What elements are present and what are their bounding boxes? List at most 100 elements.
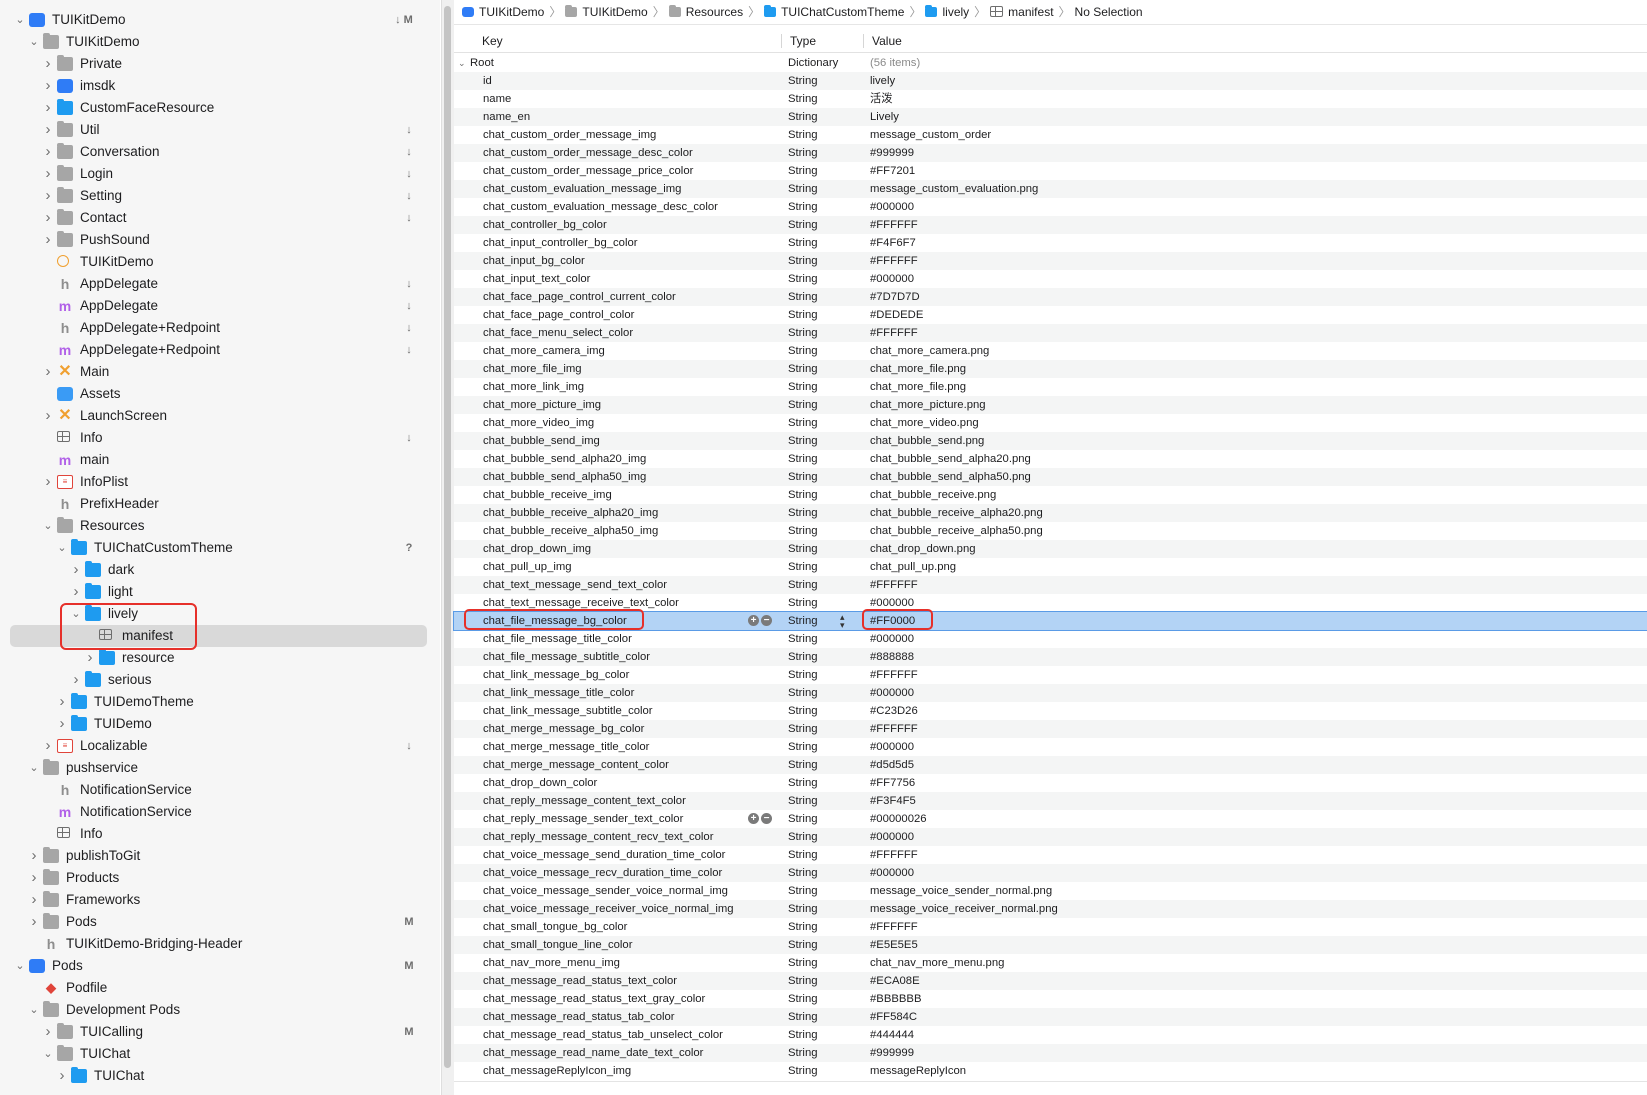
plist-row[interactable]: chat_custom_evaluation_message_img String… [454, 180, 1647, 198]
disclosure-expanded-icon[interactable]: ⌄ [14, 9, 26, 31]
navigator-item-tuichat[interactable]: › TUIChat [0, 1065, 440, 1087]
disclosure-collapsed-icon[interactable]: › [56, 1065, 68, 1087]
navigator-item-info[interactable]: Info [0, 823, 440, 845]
disclosure-expanded-icon[interactable]: ⌄ [14, 955, 26, 977]
disclosure-collapsed-icon[interactable]: › [56, 691, 68, 713]
disclosure-collapsed-icon[interactable]: › [42, 471, 54, 493]
plist-row[interactable]: chat_merge_message_content_color String #d… [454, 756, 1647, 774]
disclosure-expanded-icon[interactable]: ⌄ [458, 54, 466, 72]
disclosure-collapsed-icon[interactable]: › [42, 185, 54, 207]
navigator-item-appdelegate-redpoint[interactable]: m AppDelegate+Redpoint ↓ [0, 339, 440, 361]
scrollbar-thumb[interactable] [444, 6, 451, 1068]
disclosure-collapsed-icon[interactable]: › [42, 97, 54, 119]
navigator-item-tuikitdemo[interactable]: TUIKitDemo [0, 251, 440, 273]
plist-row[interactable]: chat_bubble_send_alpha20_img String chat_b… [454, 450, 1647, 468]
disclosure-expanded-icon[interactable]: ⌄ [28, 757, 40, 779]
plist-row[interactable]: name_en String Lively [454, 108, 1647, 126]
disclosure-collapsed-icon[interactable]: › [70, 559, 82, 581]
disclosure-collapsed-icon[interactable]: › [42, 1021, 54, 1043]
plist-row[interactable]: chat_input_controller_bg_color String #F4F… [454, 234, 1647, 252]
plist-row[interactable]: chat_custom_order_message_desc_color Stri… [454, 144, 1647, 162]
disclosure-collapsed-icon[interactable]: › [28, 889, 40, 911]
navigator-item-light[interactable]: › light [0, 581, 440, 603]
plist-row[interactable]: chat_face_page_control_color String #DEDED… [454, 306, 1647, 324]
plist-row[interactable]: chat_link_message_bg_color String #FFFFFF [454, 666, 1647, 684]
plist-row[interactable]: chat_custom_evaluation_message_desc_colo… [454, 198, 1647, 216]
navigator-item-appdelegate[interactable]: m AppDelegate ↓ [0, 295, 440, 317]
navigator-item-dark[interactable]: › dark [0, 559, 440, 581]
plist-row[interactable]: chat_bubble_send_alpha50_img String chat_b… [454, 468, 1647, 486]
breadcrumb-item[interactable]: lively 〉 [925, 0, 986, 24]
navigator-item-pushservice[interactable]: ⌄ pushservice [0, 757, 440, 779]
navigator-item-private[interactable]: › Private [0, 53, 440, 75]
navigator-item-podfile[interactable]: ◆ Podfile [0, 977, 440, 999]
plist-row[interactable]: chat_more_link_img String chat_more_file.p… [454, 378, 1647, 396]
plist-row[interactable]: chat_drop_down_color String #FF7756 [454, 774, 1647, 792]
type-popup-stepper-icon[interactable]: ▴ ▾ [840, 613, 845, 630]
navigator-item-main[interactable]: › ✕ Main [0, 361, 440, 383]
plist-row[interactable]: chat_voice_message_sender_voice_normal_i… [454, 882, 1647, 900]
navigator-item-pods[interactable]: ⌄ Pods M [0, 955, 440, 977]
plist-row[interactable]: chat_bubble_send_img String chat_bubble_se… [454, 432, 1647, 450]
plist-row[interactable]: chat_reply_message_content_recv_text_col… [454, 828, 1647, 846]
plist-row[interactable]: chat_file_message_bg_color String #FF0000 +… [453, 609, 1647, 631]
navigator-item-tuikitdemo[interactable]: ⌄ TUIKitDemo ↓ M [0, 9, 440, 31]
navigator-item-frameworks[interactable]: › Frameworks [0, 889, 440, 911]
navigator-item-tuikitdemo[interactable]: ⌄ TUIKitDemo [0, 31, 440, 53]
navigator-item-assets[interactable]: Assets [0, 383, 440, 405]
navigator-item-contact[interactable]: › Contact ↓ [0, 207, 440, 229]
plist-row[interactable]: chat_input_text_color String #000000 [454, 270, 1647, 288]
column-key-header[interactable]: Key [476, 30, 786, 52]
remove-item-icon[interactable]: − [761, 615, 772, 626]
plist-row[interactable]: chat_bubble_receive_alpha20_img String cha… [454, 504, 1647, 522]
plist-row[interactable]: chat_reply_message_content_text_color Str… [454, 792, 1647, 810]
plist-root-row[interactable]: ⌄ Root Dictionary (56 items) [454, 54, 1647, 72]
disclosure-collapsed-icon[interactable]: › [42, 229, 54, 251]
disclosure-collapsed-icon[interactable]: › [42, 207, 54, 229]
plist-row[interactable]: chat_link_message_subtitle_color String #C… [454, 702, 1647, 720]
plist-row[interactable]: chat_custom_order_message_price_color Str… [454, 162, 1647, 180]
plist-row[interactable]: chat_nav_more_menu_img String chat_nav_mor… [454, 954, 1647, 972]
navigator-item-setting[interactable]: › Setting ↓ [0, 185, 440, 207]
navigator-item-appdelegate[interactable]: h AppDelegate ↓ [0, 273, 440, 295]
breadcrumb-item[interactable]: TUIKitDemo 〉 [462, 0, 561, 24]
navigator-item-localizable[interactable]: › ≡ Localizable ↓ [0, 735, 440, 757]
plist-row[interactable]: chat_link_message_title_color String #0000… [454, 684, 1647, 702]
plist-row[interactable]: chat_bubble_receive_alpha50_img String cha… [454, 522, 1647, 540]
plist-row[interactable]: chat_message_read_status_text_color Strin… [454, 972, 1647, 990]
disclosure-collapsed-icon[interactable]: › [42, 53, 54, 75]
navigator-item-notificationservice[interactable]: m NotificationService [0, 801, 440, 823]
disclosure-collapsed-icon[interactable]: › [84, 647, 96, 669]
add-item-icon[interactable]: + [748, 813, 759, 824]
disclosure-collapsed-icon[interactable]: › [42, 119, 54, 141]
navigator-item-launchscreen[interactable]: › ✕ LaunchScreen [0, 405, 440, 427]
disclosure-expanded-icon[interactable]: ⌄ [56, 537, 68, 559]
navigator-item-tuichatcustomtheme[interactable]: ⌄ TUIChatCustomTheme? [0, 537, 440, 559]
disclosure-collapsed-icon[interactable]: › [28, 845, 40, 867]
navigator-item-tuichat[interactable]: ⌄ TUIChat [0, 1043, 440, 1065]
column-value-header[interactable]: Value [866, 30, 1166, 52]
disclosure-expanded-icon[interactable]: ⌄ [28, 999, 40, 1021]
plist-row[interactable]: chat_file_message_title_color String #0000… [454, 630, 1647, 648]
plist-row[interactable]: chat_more_camera_img String chat_more_came… [454, 342, 1647, 360]
navigator-item-pushsound[interactable]: › PushSound [0, 229, 440, 251]
disclosure-collapsed-icon[interactable]: › [42, 405, 54, 427]
disclosure-collapsed-icon[interactable]: › [42, 361, 54, 383]
navigator-item-appdelegate-redpoint[interactable]: h AppDelegate+Redpoint ↓ [0, 317, 440, 339]
plist-row[interactable]: chat_bubble_receive_img String chat_bubble… [454, 486, 1647, 504]
disclosure-collapsed-icon[interactable]: › [28, 867, 40, 889]
disclosure-expanded-icon[interactable]: ⌄ [28, 31, 40, 53]
navigator-item-tuidemo[interactable]: › TUIDemo [0, 713, 440, 735]
navigator-item-resources[interactable]: ⌄ Resources [0, 515, 440, 537]
navigator-item-infoplist[interactable]: › ≡ InfoPlist [0, 471, 440, 493]
plist-row[interactable]: chat_pull_up_img String chat_pull_up.png [454, 558, 1647, 576]
navigator-item-customfaceresource[interactable]: › CustomFaceResource [0, 97, 440, 119]
navigator-item-conversation[interactable]: › Conversation ↓ [0, 141, 440, 163]
plist-row[interactable]: chat_small_tongue_line_color String #E5E5E… [454, 936, 1647, 954]
plist-row[interactable]: chat_voice_message_recv_duration_time_co… [454, 864, 1647, 882]
disclosure-collapsed-icon[interactable]: › [42, 163, 54, 185]
disclosure-collapsed-icon[interactable]: › [42, 141, 54, 163]
disclosure-collapsed-icon[interactable]: › [70, 669, 82, 691]
breadcrumb-item[interactable]: No Selection [1075, 0, 1143, 24]
navigator-item-info[interactable]: Info ↓ [0, 427, 440, 449]
